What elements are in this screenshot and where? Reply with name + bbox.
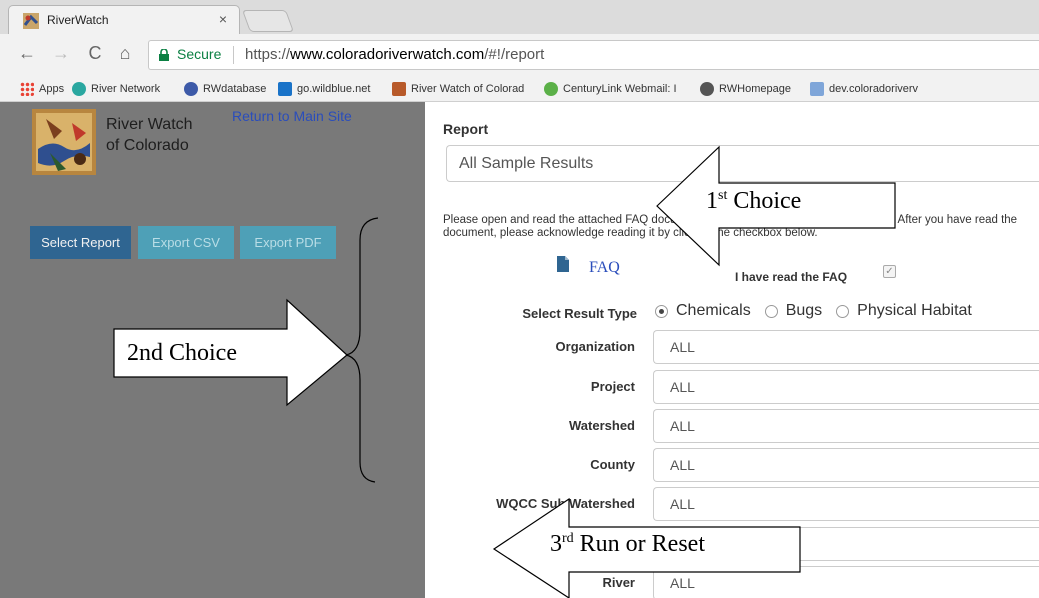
faq-link[interactable]: FAQ [589, 259, 620, 277]
third-choice-label: 3rd Run or Reset [550, 531, 705, 558]
forward-arrow-icon[interactable]: → [50, 43, 72, 64]
url-path: /#!/report [484, 46, 545, 63]
radio-label-bugs: Bugs [785, 302, 823, 319]
third-choice-sup: rd [562, 531, 574, 546]
document-icon [557, 256, 569, 272]
third-choice-text: Run or Reset [573, 531, 705, 557]
globe-icon [700, 82, 714, 96]
radio-label-physical-habitat: Physical Habitat [857, 302, 972, 319]
first-choice-label: 1st Choice [706, 188, 801, 215]
organization-select[interactable]: ALL [653, 330, 1039, 364]
wqcc-sub-watershed-label: WQCC Sub Watershed [496, 496, 635, 511]
faq-ack-checkbox[interactable]: ✓ [883, 265, 896, 278]
address-divider [233, 46, 234, 64]
logo-title-line2: of Colorado [106, 137, 189, 154]
radio-physical-habitat[interactable] [836, 304, 850, 318]
lock-icon [159, 49, 169, 61]
river-label: River [602, 575, 635, 590]
browser-tab[interactable]: RiverWatch × [8, 5, 240, 34]
report-panel: Report All Sample Results Please open an… [425, 102, 1039, 598]
radio-bugs[interactable] [764, 304, 778, 318]
bookmark-rwhomepage[interactable]: RWHomepage [700, 82, 791, 96]
bookmark-apps[interactable]: Apps [20, 82, 64, 96]
select-report-button[interactable]: Select Report [30, 226, 131, 259]
watershed-select[interactable]: ALL [653, 409, 1039, 443]
apps-grid-icon [20, 82, 34, 96]
centurylink-icon [544, 82, 558, 96]
third-choice-number: 3 [550, 531, 562, 557]
logo-title-line1: River Watch [106, 116, 193, 133]
new-tab-button[interactable] [241, 10, 295, 32]
page-icon [810, 82, 824, 96]
export-csv-button[interactable]: Export CSV [138, 226, 234, 259]
wqcc-segment-select[interactable]: ALL [653, 527, 1039, 561]
bookmark-label: River Network [91, 83, 161, 95]
river-network-icon [72, 82, 86, 96]
organization-label: Organization [555, 339, 635, 354]
watershed-label: Watershed [569, 418, 635, 433]
radio-chemicals[interactable] [655, 304, 668, 318]
globe-icon [184, 82, 198, 96]
bookmark-label: go.wildblue.net [297, 83, 371, 95]
bookmark-label: dev.coloradoriverv [829, 83, 919, 95]
bookmark-wildblue[interactable]: go.wildblue.net [278, 82, 370, 96]
riverwatch-favicon-icon [23, 13, 39, 29]
radio-label-chemicals: Chemicals [676, 302, 751, 319]
bookmark-label: RWdatabase [203, 83, 267, 95]
bookmark-label: CenturyLink Webmail: I [563, 83, 677, 95]
river-select[interactable]: ALL [653, 566, 1039, 598]
browser-toolbar: ← → C ⌂ Secure https://www.coloradoriver… [0, 34, 1039, 76]
tab-title: RiverWatch [47, 13, 109, 27]
project-select[interactable]: ALL [653, 370, 1039, 404]
bookmark-label: River Watch of Colorad [411, 83, 525, 95]
address-bar[interactable]: Secure https://www.coloradoriverwatch.co… [148, 40, 1039, 70]
tab-strip: RiverWatch × [0, 0, 1039, 34]
secure-label: Secure [177, 46, 222, 62]
report-select[interactable]: All Sample Results [446, 145, 1039, 182]
bookmark-label: RWHomepage [719, 83, 791, 95]
url-scheme: https:// [245, 46, 291, 63]
bookmark-dev[interactable]: dev.coloradoriverv [810, 82, 918, 96]
wqcc-sub-watershed-select[interactable]: ALL [653, 487, 1039, 521]
url-host: www.coloradoriverwatch.com [290, 46, 485, 63]
result-type-group: Chemicals Bugs Physical Habitat [655, 302, 986, 320]
project-label: Project [590, 379, 635, 394]
first-choice-sup: st [718, 188, 728, 203]
tab-close-icon[interactable]: × [219, 11, 227, 27]
bookmarks-bar: Apps River Network RWdatabase go.wildblu… [0, 76, 1039, 102]
url-text[interactable]: https://www.coloradoriverwatch.com/#!/re… [245, 46, 544, 63]
bookmark-centurylink[interactable]: CenturyLink Webmail: I [544, 82, 677, 96]
second-choice-label: 2nd Choice [127, 340, 237, 366]
back-arrow-icon[interactable]: ← [16, 43, 38, 64]
river-watch-logo-icon [32, 109, 96, 175]
county-label: County [590, 457, 635, 472]
home-icon[interactable]: ⌂ [114, 43, 136, 64]
wildblue-icon [278, 82, 292, 96]
bookmark-rwdatabase[interactable]: RWdatabase [184, 82, 266, 96]
bookmark-river-network[interactable]: River Network [72, 82, 160, 96]
faq-ack-label: I have read the FAQ [735, 270, 848, 284]
county-select[interactable]: ALL [653, 448, 1039, 482]
result-type-label: Select Result Type [522, 306, 637, 321]
export-pdf-button[interactable]: Export PDF [240, 226, 336, 259]
reload-icon[interactable]: C [84, 43, 106, 64]
report-label: Report [443, 121, 489, 137]
first-choice-number: 1 [706, 188, 718, 214]
bookmark-river-watch[interactable]: River Watch of Colorad [392, 82, 524, 96]
faq-instructions: Please open and read the attached FAQ do… [443, 214, 1018, 239]
first-choice-text: Choice [727, 188, 802, 214]
riverwatch-favicon-icon [392, 82, 406, 96]
bookmark-label: Apps [39, 83, 65, 95]
return-to-main-site-link[interactable]: Return to Main Site [232, 108, 352, 124]
